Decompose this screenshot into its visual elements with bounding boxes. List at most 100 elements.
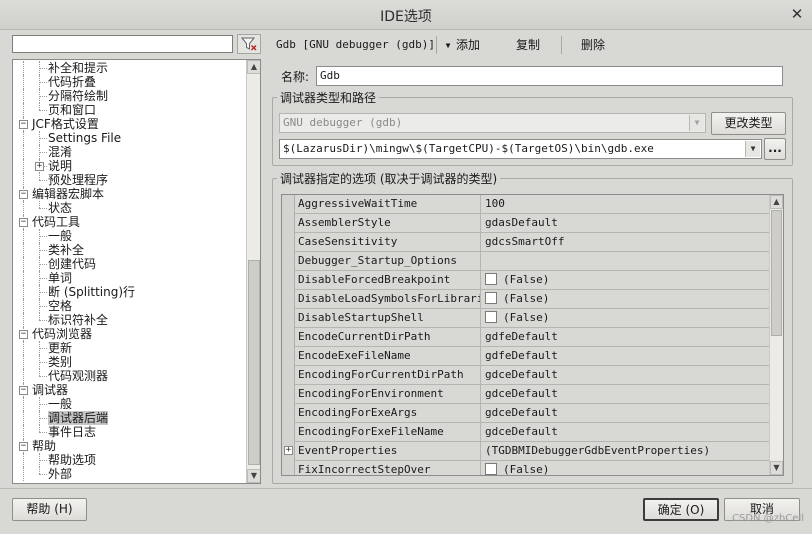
property-row[interactable]: EncodingForCurrentDirPath gdceDefault bbox=[295, 366, 769, 385]
help-button[interactable]: 帮助 (H) bbox=[12, 498, 87, 521]
tree-item[interactable]: 一般 bbox=[13, 397, 245, 411]
property-row[interactable]: EncodingForExeArgs gdceDefault bbox=[295, 404, 769, 423]
clear-filter-button[interactable] bbox=[237, 34, 261, 54]
property-row[interactable]: EncodingForEnvironment gdceDefault bbox=[295, 385, 769, 404]
debugger-select[interactable]: Gdb [GNU debugger (gdb)] ▼ bbox=[276, 34, 450, 56]
tree-item-label: 混淆 bbox=[48, 145, 73, 159]
tree-item[interactable]: 类别 bbox=[13, 355, 245, 369]
checkbox[interactable] bbox=[485, 273, 497, 285]
property-row[interactable]: + EventProperties (TGDBMIDebuggerGdbEventP… bbox=[284, 442, 769, 461]
tree-item[interactable]: − 调试器 bbox=[13, 383, 245, 397]
tree-item[interactable]: Settings File bbox=[13, 131, 245, 145]
checkbox[interactable] bbox=[485, 463, 497, 475]
tree-item[interactable]: 预处理程序 bbox=[13, 173, 245, 187]
tree-item[interactable]: − 代码浏览器 bbox=[13, 327, 245, 341]
change-type-button[interactable]: 更改类型 bbox=[711, 112, 786, 135]
property-value[interactable]: gdceDefault bbox=[485, 366, 558, 384]
property-value[interactable]: gdfeDefault bbox=[485, 328, 558, 346]
scroll-up-arrow-icon[interactable]: ▲ bbox=[247, 60, 260, 74]
tree-item[interactable]: 一般 bbox=[13, 229, 245, 243]
checkbox[interactable] bbox=[485, 311, 497, 323]
tree-item[interactable]: 事件日志 bbox=[13, 425, 245, 439]
property-row[interactable]: DisableForcedBreakpoint (False) bbox=[295, 271, 769, 290]
tree-scroll-thumb[interactable] bbox=[248, 260, 260, 465]
collapse-icon[interactable]: − bbox=[19, 218, 28, 227]
property-row[interactable]: DisableStartupShell (False) bbox=[295, 309, 769, 328]
property-value[interactable]: gdceDefault bbox=[485, 385, 558, 403]
tree-item[interactable]: 分隔符绘制 bbox=[13, 89, 245, 103]
tree-item[interactable]: − 编辑器宏脚本 bbox=[13, 187, 245, 201]
debugger-path-select[interactable]: $(LazarusDir)\mingw\$(TargetCPU)-$(Targe… bbox=[279, 139, 762, 159]
chevron-down-icon[interactable]: ▼ bbox=[745, 141, 760, 157]
collapse-icon[interactable]: − bbox=[19, 330, 28, 339]
delete-button[interactable]: 删除 bbox=[581, 34, 605, 56]
grid-scrollbar[interactable]: ▲ ▼ bbox=[769, 195, 783, 475]
tree-item[interactable]: 调试器后端 bbox=[13, 411, 245, 425]
tree-item[interactable]: 标识符补全 bbox=[13, 313, 245, 327]
tree-item[interactable]: 混淆 bbox=[13, 145, 245, 159]
expand-icon[interactable]: + bbox=[35, 162, 44, 171]
property-value[interactable]: (TGDBMIDebuggerGdbEventProperties) bbox=[485, 442, 710, 460]
property-value[interactable]: (False) bbox=[485, 461, 549, 475]
tree-item[interactable]: 帮助选项 bbox=[13, 453, 245, 467]
property-value[interactable]: gdceDefault bbox=[485, 404, 558, 422]
property-value[interactable]: 100 bbox=[485, 195, 505, 213]
property-row[interactable]: DisableLoadSymbolsForLibraries (False) bbox=[295, 290, 769, 309]
tree-item[interactable]: 更新 bbox=[13, 341, 245, 355]
tree-item[interactable]: − 帮助 bbox=[13, 439, 245, 453]
tree-item[interactable]: 代码折叠 bbox=[13, 75, 245, 89]
add-button[interactable]: 添加 bbox=[456, 34, 480, 56]
property-row[interactable]: EncodeExeFileName gdfeDefault bbox=[295, 347, 769, 366]
browse-button[interactable]: ... bbox=[764, 138, 786, 160]
tree-item[interactable]: 状态 bbox=[13, 201, 245, 215]
copy-button[interactable]: 复制 bbox=[516, 34, 540, 56]
collapse-icon[interactable]: − bbox=[19, 190, 28, 199]
property-row[interactable]: EncodingForExeFileName gdceDefault bbox=[295, 423, 769, 442]
grid-scroll-thumb[interactable] bbox=[771, 210, 782, 336]
property-row[interactable]: EncodeCurrentDirPath gdfeDefault bbox=[295, 328, 769, 347]
filter-input[interactable] bbox=[12, 35, 233, 53]
tree-item[interactable]: 断 (Splitting)行 bbox=[13, 285, 245, 299]
property-value[interactable]: (False) bbox=[485, 309, 549, 327]
expand-icon[interactable]: + bbox=[284, 446, 293, 455]
tree-item-label: 类补全 bbox=[48, 243, 85, 257]
tree-connector bbox=[23, 257, 24, 271]
scroll-down-arrow-icon[interactable]: ▼ bbox=[770, 461, 783, 475]
tree-item[interactable]: + 说明 bbox=[13, 159, 245, 173]
property-row[interactable]: CaseSensitivity gdcsSmartOff bbox=[295, 233, 769, 252]
property-value[interactable]: gdfeDefault bbox=[485, 347, 558, 365]
tree-item[interactable]: 单词 bbox=[13, 271, 245, 285]
property-row[interactable]: AggressiveWaitTime 100 bbox=[295, 195, 769, 214]
close-icon[interactable]: ✕ bbox=[787, 4, 807, 24]
collapse-icon[interactable]: − bbox=[19, 386, 28, 395]
tree-item[interactable]: 类补全 bbox=[13, 243, 245, 257]
scroll-up-arrow-icon[interactable]: ▲ bbox=[770, 195, 783, 209]
property-name: AggressiveWaitTime bbox=[295, 195, 481, 213]
tree-item[interactable]: 外部 bbox=[13, 467, 245, 481]
property-value[interactable]: gdasDefault bbox=[485, 214, 558, 232]
tree-scrollbar[interactable]: ▲ ▼ bbox=[246, 60, 260, 483]
property-value[interactable]: gdceDefault bbox=[485, 423, 558, 441]
checkbox[interactable] bbox=[485, 292, 497, 304]
ok-button[interactable]: 确定 (O) bbox=[643, 498, 719, 521]
collapse-icon[interactable]: − bbox=[19, 120, 28, 129]
property-row[interactable]: Debugger_Startup_Options bbox=[295, 252, 769, 271]
tree-item[interactable]: 空格 bbox=[13, 299, 245, 313]
tree-item[interactable]: − JCF格式设置 bbox=[13, 117, 245, 131]
property-grid[interactable]: AggressiveWaitTime 100 AssemblerStyle gdasD… bbox=[281, 194, 784, 476]
property-row[interactable]: AssemblerStyle gdasDefault bbox=[295, 214, 769, 233]
property-value[interactable]: (False) bbox=[485, 271, 549, 289]
tree-item[interactable]: 补全和提示 bbox=[13, 61, 245, 75]
options-tree[interactable]: 补全和提示 代码折叠 分隔符绘制 页和窗口 − JCF格式设置 Settings File 混… bbox=[12, 59, 261, 484]
tree-connector bbox=[39, 236, 47, 237]
property-value[interactable]: (False) bbox=[485, 290, 549, 308]
name-field[interactable]: Gdb bbox=[316, 66, 783, 86]
collapse-icon[interactable]: − bbox=[19, 442, 28, 451]
tree-item[interactable]: 代码观测器 bbox=[13, 369, 245, 383]
scroll-down-arrow-icon[interactable]: ▼ bbox=[247, 469, 260, 483]
tree-item[interactable]: 创建代码 bbox=[13, 257, 245, 271]
property-value[interactable]: gdcsSmartOff bbox=[485, 233, 564, 251]
property-row[interactable]: FixIncorrectStepOver (False) bbox=[295, 461, 769, 475]
tree-item[interactable]: − 代码工具 bbox=[13, 215, 245, 229]
tree-item[interactable]: 页和窗口 bbox=[13, 103, 245, 117]
